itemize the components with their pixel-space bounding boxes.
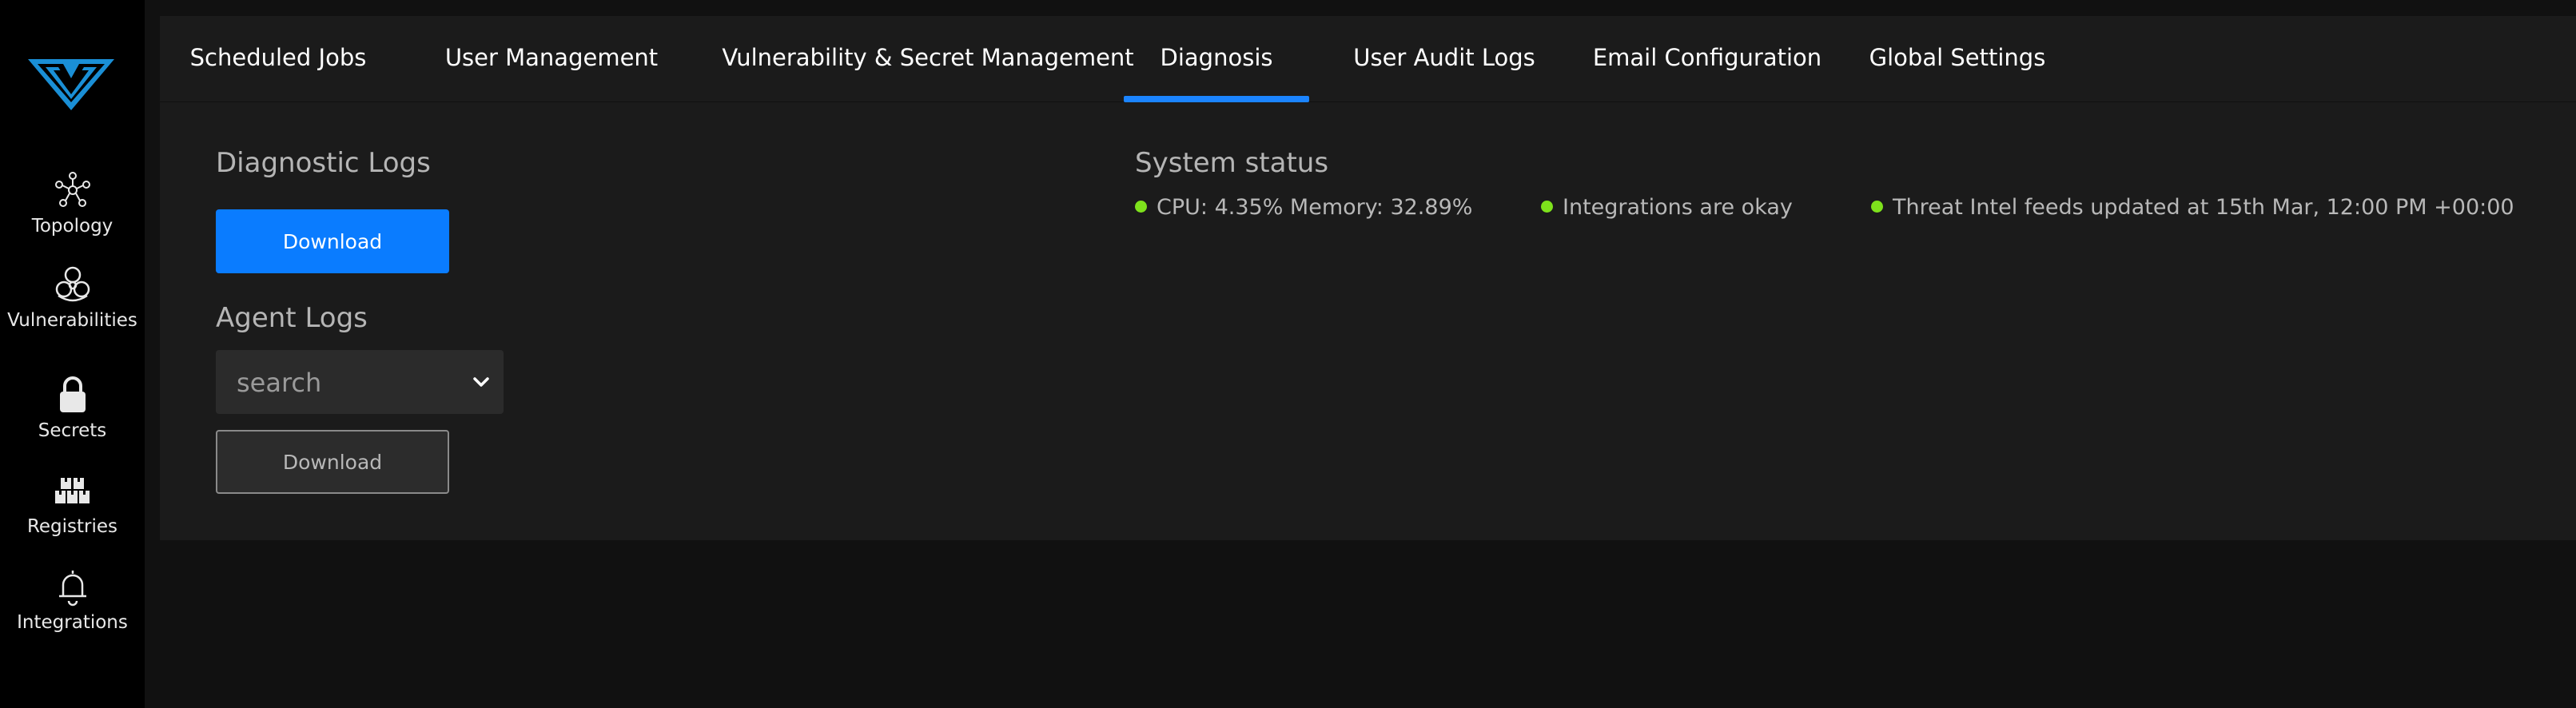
status-ok-dot (1871, 201, 1883, 213)
diagnostic-logs-download-button[interactable]: Download (216, 209, 449, 273)
bell-icon (58, 571, 86, 607)
status-text: CPU: 4.35% Memory: 32.89% (1157, 195, 1473, 220)
tab-user-audit-logs[interactable]: User Audit Logs (1344, 16, 1544, 102)
chevron-down-icon (473, 377, 489, 387)
sidebar-item-label: Secrets (38, 420, 107, 441)
settings-tabs: Scheduled Jobs User Management Vulnerabi… (160, 16, 2576, 102)
diagnostic-logs-title: Diagnostic Logs (216, 147, 431, 179)
sidebar-item-secrets[interactable]: Secrets (0, 374, 145, 441)
sidebar-item-label: Vulnerabilities (7, 310, 137, 331)
main-panel: Scheduled Jobs User Management Vulnerabi… (160, 16, 2576, 540)
tab-email-configuration[interactable]: Email Configuration (1587, 16, 1827, 102)
tab-scheduled-jobs[interactable]: Scheduled Jobs (182, 16, 374, 102)
status-ok-dot (1135, 201, 1147, 213)
status-text: Integrations are okay (1563, 195, 1793, 220)
sidebar-item-registries[interactable]: Registries (0, 470, 145, 537)
sidebar-item-vulnerabilities[interactable]: Vulnerabilities (0, 264, 145, 331)
tab-diagnosis[interactable]: Diagnosis (1124, 16, 1309, 102)
status-item-threat-intel: Threat Intel feeds updated at 15th Mar, … (1871, 195, 2514, 220)
agent-logs-search-select[interactable]: search (216, 350, 504, 414)
system-status-title: System status (1135, 147, 1329, 179)
status-item-cpu-memory: CPU: 4.35% Memory: 32.89% (1135, 195, 1472, 220)
tab-vulnerability-secret-management[interactable]: Vulnerability & Secret Management (716, 16, 1140, 102)
registries-icon (54, 478, 90, 503)
agent-logs-title: Agent Logs (216, 302, 368, 334)
agent-logs-download-button[interactable]: Download (216, 430, 449, 494)
biohazard-icon (55, 266, 90, 302)
status-item-integrations: Integrations are okay (1541, 195, 1793, 220)
status-text: Threat Intel feeds updated at 15th Mar, … (1893, 195, 2514, 220)
lock-icon (59, 376, 86, 412)
tab-global-settings[interactable]: Global Settings (1865, 16, 2049, 102)
tab-user-management[interactable]: User Management (432, 16, 671, 102)
agent-logs-select-placeholder: search (237, 368, 322, 398)
sidebar-item-label: Topology (31, 216, 113, 237)
sidebar-item-integrations[interactable]: Integrations (0, 566, 145, 633)
sidebar-item-topology[interactable]: Topology (0, 169, 145, 237)
sidebar-item-label: Registries (26, 516, 118, 537)
app-logo[interactable] (26, 56, 116, 113)
sidebar: Topology Vulnerabilities Secrets Registr… (0, 0, 145, 708)
sidebar-item-label: Integrations (17, 612, 128, 633)
status-ok-dot (1541, 201, 1553, 213)
topology-icon (54, 172, 90, 207)
